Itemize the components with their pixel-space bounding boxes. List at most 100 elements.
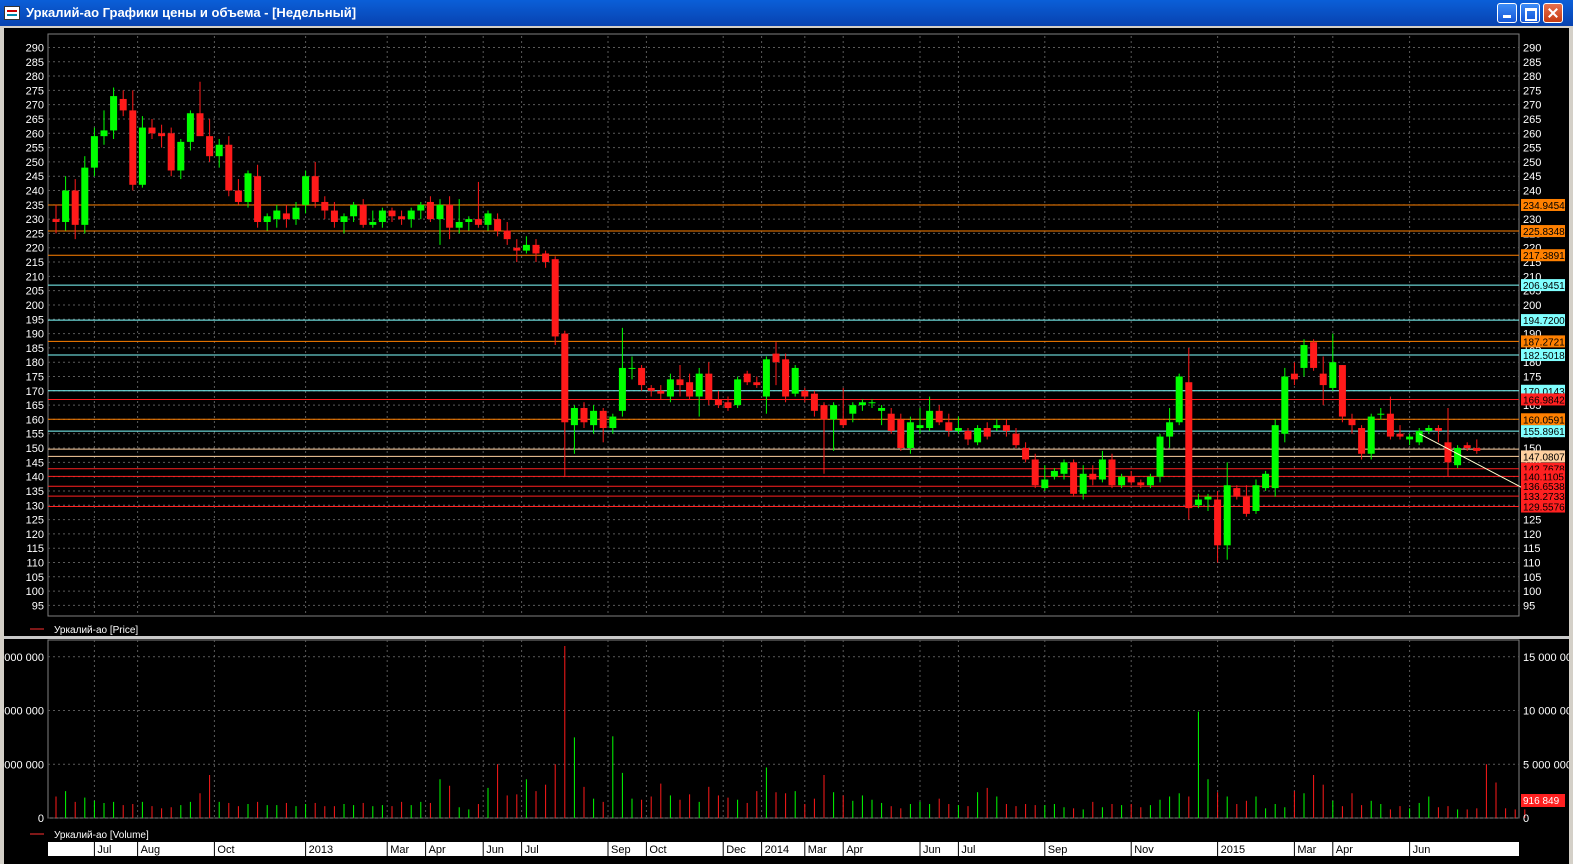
price-axis-left: 95 100 105 110 115 120 125 130 135 140 145 150 155 16… [26,42,44,612]
price-tick-label: 265 [26,114,44,126]
candle-body [1310,342,1318,368]
candle-body [340,216,348,222]
price-tick-label: 180 [26,357,44,369]
volume-panel[interactable]: 0 000 000 000 000 000 000 0 5 000 000 10 000 … [4,639,1569,825]
candle-body [878,407,886,411]
price-volume-chart[interactable]: 95 100 105 110 115 120 125 130 135 140 145 150 155 16… [4,28,1569,864]
price-tick-label: 255 [26,143,44,155]
candle-body [484,213,492,225]
candle-body [311,176,319,202]
price-tick-label: 105 [26,572,44,584]
minimize-button[interactable] [1497,3,1517,23]
candle-body [618,367,626,411]
time-label: Nov [1134,844,1154,856]
price-tick-label: 220 [26,243,44,255]
volume-bars [55,646,1526,818]
candle-body [849,405,857,414]
candle-body [935,410,943,423]
candle-body [1166,422,1174,437]
candle-body [167,133,175,171]
candle-body [494,219,502,231]
candle-body [628,367,636,369]
chart-area[interactable]: 95 100 105 110 115 120 125 130 135 140 145 150 155 16… [4,28,1569,864]
candle-body [1137,482,1145,486]
candle-body [110,96,118,131]
price-tick-label: 170 [26,386,44,398]
price-tick-label-right: 200 [1523,300,1541,312]
maximize-button[interactable] [1520,3,1540,23]
candle-body [647,387,655,391]
candle-body [388,210,396,217]
price-tick-label-right: 285 [1523,57,1541,69]
volume-tick-label-left: 000 000 [4,706,44,718]
time-label: Jul [961,844,975,856]
price-level-label: 166.9842 [1523,395,1565,406]
candle-body [1079,473,1087,494]
price-tick-label: 150 [26,443,44,455]
close-button[interactable] [1543,3,1563,23]
price-tick-label: 205 [26,286,44,298]
price-tick-label: 185 [26,343,44,355]
candle-body [1127,476,1135,483]
candle-body [138,127,146,185]
candle-body [1262,473,1270,489]
candle-body [868,402,876,404]
candle-body [743,373,751,383]
candle-body [71,190,79,225]
candle-body [1242,496,1250,514]
candle-body [1271,425,1279,489]
price-level-label: 206.9451 [1523,281,1565,292]
price-panel[interactable]: 95 100 105 110 115 120 125 130 135 140 145 150 155 16… [26,33,1566,617]
candle-body [158,133,166,137]
price-tick-label: 100 [26,586,44,598]
candle-body [1434,428,1442,431]
chart-app-icon [4,6,20,20]
candle-body [186,113,194,142]
price-tick-label: 125 [26,515,44,527]
candle-body [820,405,828,420]
price-tick-label-right: 290 [1523,42,1541,54]
candle-body [1118,476,1126,486]
candle-body [657,390,665,394]
price-tick-label: 225 [26,228,44,240]
candle-body [532,244,540,254]
price-tick-label: 230 [26,214,44,226]
candle-body [1214,499,1222,546]
price-tick-label-right: 260 [1523,128,1541,140]
price-tick-label: 160 [26,414,44,426]
candle-body [148,127,156,134]
price-tick-label: 130 [26,500,44,512]
price-tick-label: 195 [26,314,44,326]
candle-body [62,190,70,222]
candle-body [206,136,214,157]
price-tick-label: 215 [26,257,44,269]
candle-body [378,210,386,222]
price-tick-label: 155 [26,429,44,441]
candle-body [369,221,377,225]
volume-current-value: 916 849 [1523,796,1560,807]
candle-body [282,213,290,220]
candle-body [561,333,569,423]
candle-body [705,373,713,400]
price-tick-label-right: 275 [1523,85,1541,97]
price-tick-label: 210 [26,271,44,283]
panel-splitter[interactable] [4,636,1569,639]
candle-body [551,259,559,337]
time-axis: Jul Aug Oct 2013 Mar Apr Jun Jul Sep Oct Dec 2014 Ma… [48,842,1519,856]
candle-body [465,219,473,222]
candle-body [1098,459,1106,480]
candle-body [1454,448,1462,466]
candle-body [810,393,818,411]
price-tick-label: 275 [26,85,44,97]
title-bar[interactable]: Уркалий-ао Графики цены и объема - [Неде… [0,0,1573,26]
candle-body [724,402,732,408]
candle-body [455,221,463,228]
time-label: 2014 [765,844,789,856]
volume-tick-label-right: 0 [1523,813,1529,825]
price-candles [52,81,1481,563]
volume-legend-text: Уркалий-ао [Volume] [54,830,149,841]
price-level-label: 182.5018 [1523,351,1565,362]
price-tick-label-right: 125 [1523,515,1541,527]
candle-body [906,422,914,449]
candle-body [1415,430,1423,443]
